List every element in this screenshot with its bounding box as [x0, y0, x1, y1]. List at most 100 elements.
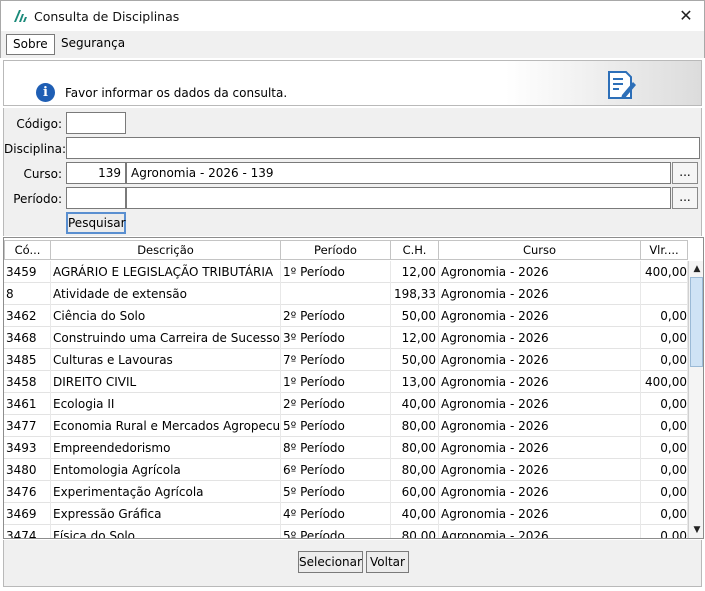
cell-workload: 12,00	[391, 327, 439, 349]
cell-course: Agronomia - 2026	[439, 437, 641, 459]
cell-workload: 80,00	[391, 437, 439, 459]
curso-label: Curso:	[23, 167, 62, 181]
cell-period: 7º Período	[281, 349, 391, 371]
cell-course: Agronomia - 2026	[439, 327, 641, 349]
column-header-value[interactable]: Vlr....	[641, 240, 688, 260]
cell-course: Agronomia - 2026	[439, 305, 641, 327]
cell-value: 0,00	[641, 459, 688, 481]
table-row[interactable]: 3458 DIREITO CIVIL 1º Período 13,00 Agronomi…	[4, 371, 688, 393]
cell-period: 1º Período	[281, 261, 391, 283]
search-button[interactable]: Pesquisar	[66, 212, 126, 234]
cell-description: Empreendedorismo	[51, 437, 281, 459]
cell-course: Agronomia - 2026	[439, 283, 641, 305]
cell-workload: 40,00	[391, 503, 439, 525]
app-logo-icon	[14, 10, 27, 22]
cell-description: DIREITO CIVIL	[51, 371, 281, 393]
cell-value: 0,00	[641, 393, 688, 415]
table-row[interactable]: 3485 Culturas e Lavouras 7º Período 50,00 Ag…	[4, 349, 688, 371]
cell-code: 3468	[4, 327, 51, 349]
info-banner: i Favor informar os dados da consulta.	[3, 60, 702, 106]
table-row[interactable]: 3468 Construindo uma Carreira de Sucesso 3…	[4, 327, 688, 349]
cell-description: Economia Rural e Mercados Agropecuári...	[51, 415, 281, 437]
cell-workload: 13,00	[391, 371, 439, 393]
cell-period: 5º Período	[281, 415, 391, 437]
cell-value: 0,00	[641, 349, 688, 371]
cell-description: Entomologia Agrícola	[51, 459, 281, 481]
table-row[interactable]: 3477Economia Rural e Mercados Agropecuár…	[4, 415, 688, 437]
cell-course: Agronomia - 2026	[439, 261, 641, 283]
cell-code: 3459	[4, 261, 51, 283]
cell-description: Física do Solo	[51, 525, 281, 538]
cell-workload: 60,00	[391, 481, 439, 503]
column-header-workload[interactable]: C.H.	[391, 240, 439, 260]
periodo-code-input[interactable]	[66, 187, 126, 209]
scroll-down-icon[interactable]: ▼	[689, 522, 703, 538]
cell-course: Agronomia - 2026	[439, 371, 641, 393]
curso-name-field[interactable]: Agronomia - 2026 - 139	[126, 162, 671, 184]
cell-code: 3493	[4, 437, 51, 459]
cell-code: 3485	[4, 349, 51, 371]
disciplina-label: Disciplina:	[4, 142, 67, 156]
select-button[interactable]: Selecionar	[298, 551, 363, 573]
column-header-course[interactable]: Curso	[439, 240, 641, 260]
cell-value: 0,00	[641, 305, 688, 327]
results-grid[interactable]: Có... Descrição Período C.H. Curso Vlr..…	[3, 237, 704, 539]
cell-code: 8	[4, 283, 51, 305]
menu-seguranca[interactable]: Segurança	[55, 34, 131, 55]
scroll-up-icon[interactable]: ▲	[689, 261, 703, 277]
table-row[interactable]: 8 Atividade de extensão 198,33 Agronomia - …	[4, 283, 688, 305]
cell-workload: 80,00	[391, 415, 439, 437]
cell-description: Atividade de extensão	[51, 283, 281, 305]
periodo-lookup-button[interactable]: ...	[672, 187, 698, 209]
table-row[interactable]: 3469 Expressão Gráfica 4º Período 40,00 Agro…	[4, 503, 688, 525]
cell-period: 5º Período	[281, 525, 391, 538]
curso-lookup-button[interactable]: ...	[672, 162, 698, 184]
scroll-thumb[interactable]	[690, 277, 703, 367]
column-header-period[interactable]: Período	[281, 240, 391, 260]
cell-code: 3461	[4, 393, 51, 415]
disciplina-input[interactable]	[66, 137, 700, 159]
column-header-description[interactable]: Descrição	[51, 240, 281, 260]
table-row[interactable]: 3493 Empreendedorismo 8º Período 80,00 Agron…	[4, 437, 688, 459]
cell-value: 0,00	[641, 415, 688, 437]
cell-value	[641, 283, 688, 305]
cell-workload: 198,33	[391, 283, 439, 305]
cell-workload: 50,00	[391, 305, 439, 327]
cell-period: 4º Período	[281, 503, 391, 525]
cell-description: Expressão Gráfica	[51, 503, 281, 525]
cell-period: 6º Período	[281, 459, 391, 481]
table-row[interactable]: 3474 Física do Solo 5º Período 80,00 Agronom…	[4, 525, 688, 538]
cell-course: Agronomia - 2026	[439, 349, 641, 371]
cell-value: 400,00	[641, 261, 688, 283]
table-row[interactable]: 3459 AGRÁRIO E LEGISLAÇÃO TRIBUTÁRIA 1º Pe…	[4, 261, 688, 283]
periodo-name-field[interactable]	[126, 187, 671, 209]
back-button[interactable]: Voltar	[366, 551, 409, 573]
vertical-scrollbar[interactable]: ▲ ▼	[688, 261, 703, 538]
codigo-label: Código:	[16, 117, 62, 131]
cell-description: Ciência do Solo	[51, 305, 281, 327]
curso-code-input[interactable]: 139	[66, 162, 126, 184]
info-icon: i	[36, 83, 55, 102]
cell-description: AGRÁRIO E LEGISLAÇÃO TRIBUTÁRIA	[51, 261, 281, 283]
cell-value: 400,00	[641, 371, 688, 393]
column-header-code[interactable]: Có...	[4, 240, 51, 260]
footer-bar: Selecionar Voltar	[3, 540, 702, 587]
cell-course: Agronomia - 2026	[439, 503, 641, 525]
table-row[interactable]: 3480 Entomologia Agrícola 6º Período 80,00 A…	[4, 459, 688, 481]
cell-period: 8º Período	[281, 437, 391, 459]
cell-description: Ecologia II	[51, 393, 281, 415]
close-button[interactable]: ✕	[674, 5, 698, 27]
table-row[interactable]: 3462 Ciência do Solo 2º Período 50,00 Agrono…	[4, 305, 688, 327]
cell-workload: 40,00	[391, 393, 439, 415]
info-message: Favor informar os dados da consulta.	[65, 86, 288, 100]
codigo-input[interactable]	[66, 112, 126, 134]
menu-sobre[interactable]: Sobre	[6, 34, 55, 55]
cell-period: 2º Período	[281, 393, 391, 415]
cell-code: 3477	[4, 415, 51, 437]
cell-value: 0,00	[641, 481, 688, 503]
table-row[interactable]: 3476 Experimentação Agrícola 5º Período 60,…	[4, 481, 688, 503]
cell-description: Construindo uma Carreira de Sucesso	[51, 327, 281, 349]
table-row[interactable]: 3461 Ecologia II 2º Período 40,00 Agronomia …	[4, 393, 688, 415]
search-form: Código: Disciplina: Curso: 139 Agronomia…	[3, 108, 702, 236]
periodo-label: Período:	[13, 192, 62, 206]
